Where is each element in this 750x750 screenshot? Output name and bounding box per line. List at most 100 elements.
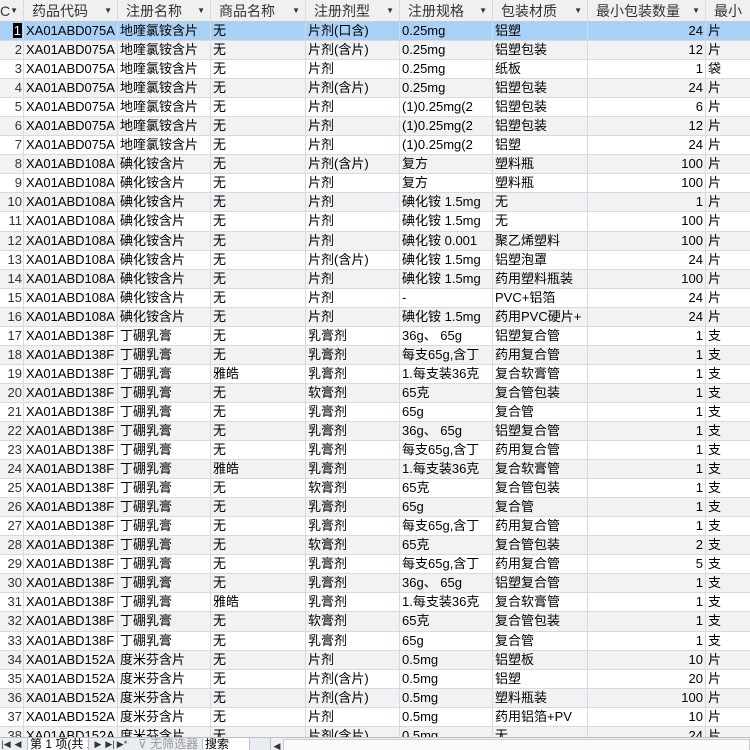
table-cell[interactable]: 支 [706,403,750,421]
table-cell[interactable]: 2 [588,536,706,555]
table-cell[interactable]: 1 [588,441,706,460]
table-cell[interactable]: 片 [706,270,750,288]
table-cell[interactable]: 碘化铵含片 [118,269,211,288]
table-cell[interactable]: XA01ABD138F [24,612,118,631]
table-cell[interactable]: 无 [211,669,306,688]
table-cell[interactable]: 24 [588,136,706,155]
table-cell[interactable]: 片剂(含片) [306,250,400,269]
table-cell[interactable]: 丁硼乳膏 [118,498,211,517]
row-id-cell[interactable]: 8 [0,155,24,174]
table-cell[interactable]: 乳膏剂 [306,441,400,460]
table-cell[interactable]: XA01ABD152A [24,650,118,669]
row-id-cell[interactable]: 23 [0,441,24,460]
row-id-cell[interactable]: 15 [0,288,24,307]
table-cell[interactable]: 雅皓 [211,460,306,479]
row-id-cell[interactable]: 35 [0,669,24,688]
table-cell[interactable]: 无 [211,441,306,460]
table-row[interactable]: 18 XA01ABD138F 丁硼乳膏 无 乳膏剂 每支65g,含丁 药用复合管 1 支 [0,345,750,365]
table-cell[interactable]: 地喹氯铵含片 [118,98,211,117]
table-cell[interactable]: 5 [588,555,706,574]
table-cell[interactable]: 支 [706,517,750,535]
table-cell[interactable]: 铝塑包装 [493,41,588,60]
table-cell[interactable]: 复合管 [493,631,588,650]
table-cell[interactable]: 1 [588,345,706,364]
table-cell[interactable]: 片剂 [306,136,400,155]
table-cell[interactable]: XA01ABD108A [24,288,118,307]
table-cell[interactable]: 地喹氯铵含片 [118,79,211,98]
table-cell[interactable]: 片 [706,670,750,688]
table-cell[interactable]: 无 [211,707,306,726]
table-cell[interactable]: 片剂 [306,60,400,79]
table-cell[interactable]: 支 [706,536,750,554]
row-id-cell[interactable]: 12 [0,231,24,250]
table-cell[interactable]: 100 [588,155,706,174]
row-id-cell[interactable]: 7 [0,136,24,155]
table-cell[interactable]: 支 [706,479,750,497]
table-cell[interactable]: 无 [211,631,306,650]
column-header[interactable]: 包装材质 ▼ [493,0,588,21]
table-cell[interactable]: 复方 [400,155,493,174]
table-row[interactable]: 16 XA01ABD108A 碘化铵含片 无 片剂 碘化铵 1.5mg 药用PVC硬片+ 24… [0,307,750,327]
table-cell[interactable]: 100 [588,212,706,231]
table-cell[interactable]: 乳膏剂 [306,326,400,345]
table-cell[interactable]: 片剂 [306,269,400,288]
table-cell[interactable]: 铝塑板 [493,650,588,669]
table-cell[interactable]: 复合管包装 [493,383,588,402]
table-cell[interactable]: 1 [588,326,706,345]
column-header[interactable]: 注册名称 ▼ [118,0,211,21]
table-cell[interactable]: 乳膏剂 [306,345,400,364]
table-cell[interactable]: 片剂(含片) [306,688,400,707]
table-cell[interactable]: XA01ABD108A [24,155,118,174]
table-cell[interactable]: (1)0.25mg(2 [400,136,493,155]
table-cell[interactable]: 无 [211,402,306,421]
column-dropdown-icon[interactable]: ▼ [104,0,112,21]
table-row[interactable]: 11 XA01ABD108A 碘化铵含片 无 片剂 碘化铵 1.5mg 无 100 片 [0,212,750,232]
column-dropdown-icon[interactable]: ▼ [574,0,582,21]
table-cell[interactable]: XA01ABD138F [24,574,118,593]
table-cell[interactable]: 乳膏剂 [306,421,400,441]
table-cell[interactable]: - [400,288,493,307]
table-cell[interactable]: 碘化铵含片 [118,231,211,250]
table-cell[interactable]: 1 [588,517,706,536]
search-input[interactable]: 搜索 [202,738,250,750]
table-cell[interactable]: 片 [706,117,750,135]
row-id-cell[interactable]: 14 [0,269,24,288]
table-cell[interactable]: XA01ABD108A [24,193,118,212]
table-row[interactable]: 5 XA01ABD075A 地喹氯铵含片无 片剂 (1)0.25mg(2 铝塑包装 6 片 [0,98,750,118]
table-cell[interactable]: 复方 [400,174,493,193]
row-id-cell[interactable]: 13 [0,250,24,269]
row-id-cell[interactable]: 22 [0,421,24,441]
table-cell[interactable]: 丁硼乳膏 [118,441,211,460]
table-cell[interactable]: 药用铝箔+PV [493,707,588,726]
table-cell[interactable]: 片剂 [306,707,400,726]
table-cell[interactable]: 药用复合管 [493,517,588,536]
column-header[interactable]: 药品代码 ▼ [24,0,118,21]
table-cell[interactable]: 复合软膏管 [493,364,588,383]
table-cell[interactable]: 支 [706,574,750,592]
table-cell[interactable]: 24 [588,79,706,98]
table-cell[interactable]: XA01ABD108A [24,174,118,193]
row-id-cell[interactable]: 5 [0,98,24,117]
table-cell[interactable]: XA01ABD138F [24,364,118,383]
table-cell[interactable]: 100 [588,688,706,707]
table-cell[interactable]: 0.5mg [400,707,493,726]
row-id-cell[interactable]: 11 [0,212,24,231]
table-cell[interactable]: 药用塑料瓶装 [493,269,588,288]
table-cell[interactable]: 无 [493,193,588,212]
table-cell[interactable]: 片 [706,174,750,192]
column-dropdown-icon[interactable]: ▼ [292,0,300,21]
table-cell[interactable]: 片剂(含片) [306,79,400,98]
table-cell[interactable]: 片 [706,232,750,250]
table-cell[interactable]: 复合管 [493,402,588,421]
table-cell[interactable]: 铝塑复合管 [493,574,588,593]
table-cell[interactable]: 支 [706,593,750,611]
table-row[interactable]: 12 XA01ABD108A 碘化铵含片 无 片剂 碘化铵 0.001 聚乙烯塑料 100 片 [0,231,750,251]
table-row[interactable]: 28 XA01ABD138F 丁硼乳膏 无 软膏剂 65克 复合管包装 2 支 [0,536,750,556]
table-row[interactable]: 8 XA01ABD108A 碘化铵含片 无 片剂(含片) 复方 塑料瓶 100 片 [0,155,750,175]
table-cell[interactable]: 片 [706,41,750,59]
table-cell[interactable]: 复合软膏管 [493,593,588,612]
table-cell[interactable]: 无 [211,517,306,536]
table-cell[interactable]: 片 [706,708,750,726]
table-cell[interactable]: 1 [588,574,706,593]
table-cell[interactable]: 乳膏剂 [306,460,400,479]
